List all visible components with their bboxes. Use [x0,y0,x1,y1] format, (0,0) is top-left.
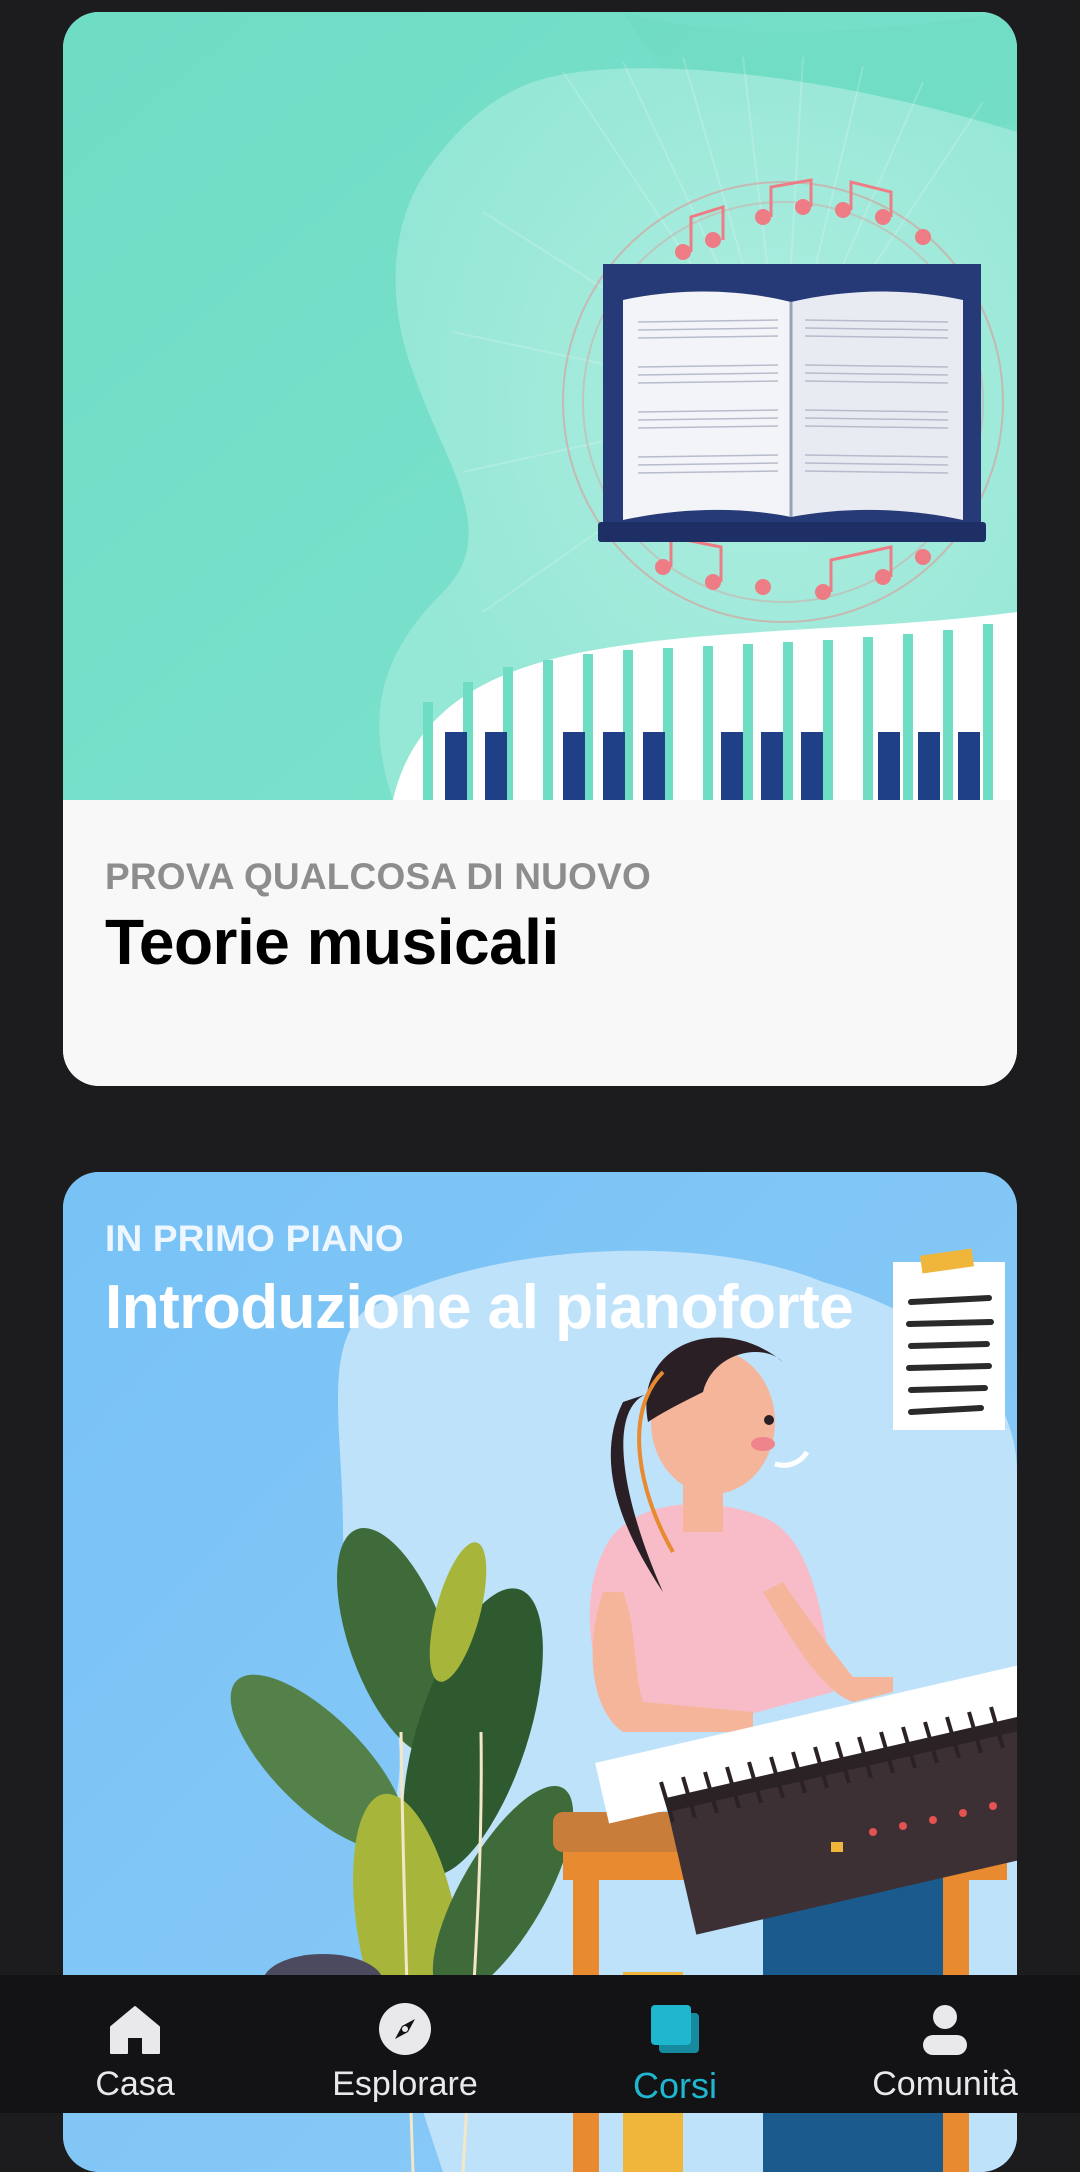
tab-label: Comunità [872,2065,1018,2103]
tab-comunita[interactable]: Comunità [810,1975,1080,2113]
user-icon [923,2005,967,2055]
home-icon [110,2006,160,2054]
courses-icon [651,2005,699,2053]
tab-casa[interactable]: Casa [0,1975,270,2113]
card-eyebrow: IN PRIMO PIANO [105,1218,404,1259]
course-card-music-theory[interactable]: PROVA QUALCOSA DI NUOVO Teorie musicali [63,12,1017,1086]
tab-corsi[interactable]: Corsi [540,1975,810,2113]
card-title: Teorie musicali [105,906,559,978]
card-eyebrow: PROVA QUALCOSA DI NUOVO [105,856,651,897]
compass-icon [379,2003,431,2055]
card-title: Introduzione al pianoforte [105,1273,854,1342]
tab-label: Esplorare [332,2065,478,2103]
music-theory-illustration [63,12,1017,800]
card-text-area: PROVA QUALCOSA DI NUOVO Teorie musicali [63,800,1017,1086]
tab-esplorare[interactable]: Esplorare [270,1975,540,2113]
tab-label: Corsi [632,2065,717,2106]
tab-label: Casa [95,2065,175,2103]
bottom-tab-bar: Casa Esplorare Corsi Comunità [0,1975,1080,2113]
